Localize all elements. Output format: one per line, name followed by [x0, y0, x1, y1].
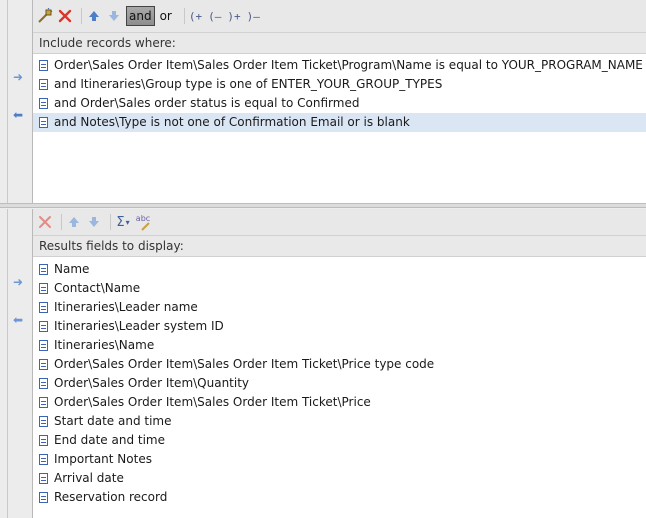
- toolbar-separator: [183, 8, 185, 24]
- results-row-text: Order\Sales Order Item\Quantity: [54, 376, 250, 390]
- move-left-arrow-icon[interactable]: ⬅: [13, 109, 27, 121]
- results-row[interactable]: Itineraries\Leader name: [33, 298, 646, 317]
- field-document-icon: [39, 60, 48, 71]
- field-document-icon: [39, 283, 48, 294]
- criteria-row-text: and Order\Sales order status is equal to…: [54, 96, 360, 110]
- results-row-text: Reservation record: [54, 490, 168, 504]
- toolbar-separator: [81, 8, 82, 24]
- results-row-text: Itineraries\Leader name: [54, 300, 198, 314]
- results-row[interactable]: Arrival date: [33, 469, 646, 488]
- criteria-toolbar: and or (+ (– )+ )–: [33, 0, 646, 33]
- sigma-label: Σ: [116, 214, 125, 230]
- results-row[interactable]: Name: [33, 260, 646, 279]
- results-row-text: Arrival date: [54, 471, 124, 485]
- results-row[interactable]: Reservation record: [33, 488, 646, 507]
- criteria-row-text: and Itineraries\Group type is one of ENT…: [54, 77, 443, 91]
- results-gutter: ➜ ⬅: [0, 209, 32, 518]
- results-row-text: Itineraries\Leader system ID: [54, 319, 224, 333]
- move-up-icon[interactable]: [86, 7, 102, 25]
- field-document-icon: [39, 473, 48, 484]
- move-right-arrow-icon[interactable]: ➜: [13, 71, 27, 83]
- or-toggle-button[interactable]: or: [158, 7, 174, 25]
- results-row[interactable]: Start date and time: [33, 412, 646, 431]
- remove-open-paren-button[interactable]: (–: [208, 10, 221, 23]
- results-panel: Σ ▾ abc Results fields to display: Name C…: [32, 209, 646, 518]
- field-document-icon: [39, 264, 48, 275]
- results-row-text: Itineraries\Name: [54, 338, 155, 352]
- criteria-section-label: Include records where:: [33, 33, 646, 54]
- results-row-text: Order\Sales Order Item\Sales Order Item …: [54, 357, 435, 371]
- move-down-icon[interactable]: [106, 7, 122, 25]
- criteria-row[interactable]: and Notes\Type is not one of Confirmatio…: [33, 113, 646, 132]
- criteria-row[interactable]: and Order\Sales order status is equal to…: [33, 94, 646, 113]
- results-section-label: Results fields to display:: [33, 236, 646, 257]
- results-row[interactable]: Important Notes: [33, 450, 646, 469]
- splitter[interactable]: [0, 203, 646, 208]
- field-document-icon: [39, 321, 48, 332]
- results-row-text: Important Notes: [54, 452, 152, 466]
- results-row-text: Name: [54, 262, 90, 276]
- criteria-row[interactable]: Order\Sales Order Item\Sales Order Item …: [33, 56, 646, 75]
- sigma-summary-button[interactable]: Σ ▾: [115, 213, 131, 231]
- remove-close-paren-button[interactable]: )–: [247, 10, 260, 23]
- move-up-icon[interactable]: [66, 213, 82, 231]
- rename-abc-button[interactable]: abc: [135, 213, 151, 231]
- results-row-text: End date and time: [54, 433, 165, 447]
- results-row[interactable]: End date and time: [33, 431, 646, 450]
- field-document-icon: [39, 79, 48, 90]
- field-document-icon: [39, 492, 48, 503]
- add-open-paren-button[interactable]: (+: [189, 10, 202, 23]
- and-toggle-button[interactable]: and: [126, 6, 155, 26]
- field-document-icon: [39, 340, 48, 351]
- field-document-icon: [39, 117, 48, 128]
- results-row-text: Start date and time: [54, 414, 172, 428]
- criteria-list: Order\Sales Order Item\Sales Order Item …: [33, 54, 646, 132]
- toolbar-separator: [61, 214, 62, 230]
- move-down-icon[interactable]: [86, 213, 102, 231]
- field-document-icon: [39, 98, 48, 109]
- results-row[interactable]: Itineraries\Leader system ID: [33, 317, 646, 336]
- results-row[interactable]: Contact\Name: [33, 279, 646, 298]
- field-document-icon: [39, 302, 48, 313]
- toolbar-separator: [110, 214, 111, 230]
- field-document-icon: [39, 435, 48, 446]
- results-row-text: Order\Sales Order Item\Sales Order Item …: [54, 395, 371, 409]
- results-row[interactable]: Order\Sales Order Item\Sales Order Item …: [33, 393, 646, 412]
- gutter-rule: [7, 0, 8, 203]
- gutter-rule: [7, 209, 8, 518]
- move-left-arrow-icon[interactable]: ⬅: [13, 314, 27, 326]
- criteria-gutter: ➜ ⬅: [0, 0, 32, 203]
- delete-icon[interactable]: [37, 213, 53, 231]
- results-toolbar: Σ ▾ abc: [33, 209, 646, 236]
- field-document-icon: [39, 454, 48, 465]
- edit-wand-icon[interactable]: [37, 7, 53, 25]
- results-row[interactable]: Order\Sales Order Item\Quantity: [33, 374, 646, 393]
- move-right-arrow-icon[interactable]: ➜: [13, 276, 27, 288]
- field-document-icon: [39, 359, 48, 370]
- field-document-icon: [39, 416, 48, 427]
- results-row-text: Contact\Name: [54, 281, 141, 295]
- criteria-row-text: Order\Sales Order Item\Sales Order Item …: [54, 58, 643, 72]
- field-document-icon: [39, 397, 48, 408]
- field-document-icon: [39, 378, 48, 389]
- delete-icon[interactable]: [57, 7, 73, 25]
- criteria-row[interactable]: and Itineraries\Group type is one of ENT…: [33, 75, 646, 94]
- results-row[interactable]: Order\Sales Order Item\Sales Order Item …: [33, 355, 646, 374]
- add-close-paren-button[interactable]: )+: [227, 10, 240, 23]
- results-row[interactable]: Itineraries\Name: [33, 336, 646, 355]
- criteria-row-text: and Notes\Type is not one of Confirmatio…: [54, 115, 410, 129]
- criteria-panel: and or (+ (– )+ )– Include records where…: [32, 0, 646, 203]
- results-list: Name Contact\Name Itineraries\Leader nam…: [33, 257, 646, 507]
